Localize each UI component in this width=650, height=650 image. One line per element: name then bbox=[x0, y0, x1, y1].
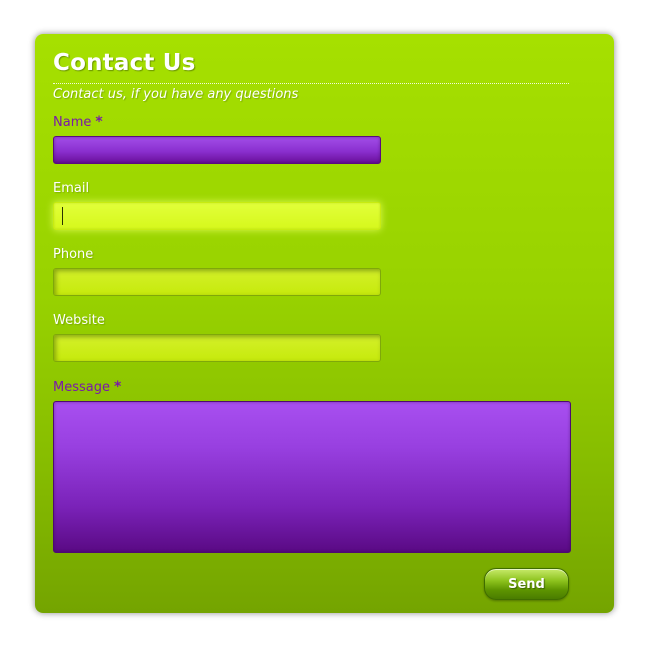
text-caret bbox=[62, 207, 63, 225]
contact-form-card: Contact Us Contact us, if you have any q… bbox=[35, 34, 614, 613]
message-required-marker: * bbox=[113, 379, 122, 395]
website-input[interactable] bbox=[53, 334, 381, 362]
name-label: Name * bbox=[53, 114, 103, 130]
message-label-text: Message bbox=[53, 380, 110, 395]
phone-input[interactable] bbox=[53, 268, 381, 296]
form-title: Contact Us bbox=[53, 50, 196, 76]
title-divider bbox=[53, 83, 569, 84]
phone-label: Phone bbox=[53, 247, 94, 262]
name-input[interactable] bbox=[53, 136, 381, 164]
send-button[interactable]: Send bbox=[484, 568, 569, 600]
website-label: Website bbox=[53, 313, 105, 328]
message-label: Message * bbox=[53, 379, 121, 395]
message-textarea[interactable] bbox=[53, 401, 571, 553]
form-subtitle: Contact us, if you have any questions bbox=[53, 87, 299, 102]
name-required-marker: * bbox=[95, 114, 103, 130]
email-input[interactable] bbox=[53, 202, 381, 230]
name-label-text: Name bbox=[53, 115, 92, 130]
email-label: Email bbox=[53, 181, 90, 196]
